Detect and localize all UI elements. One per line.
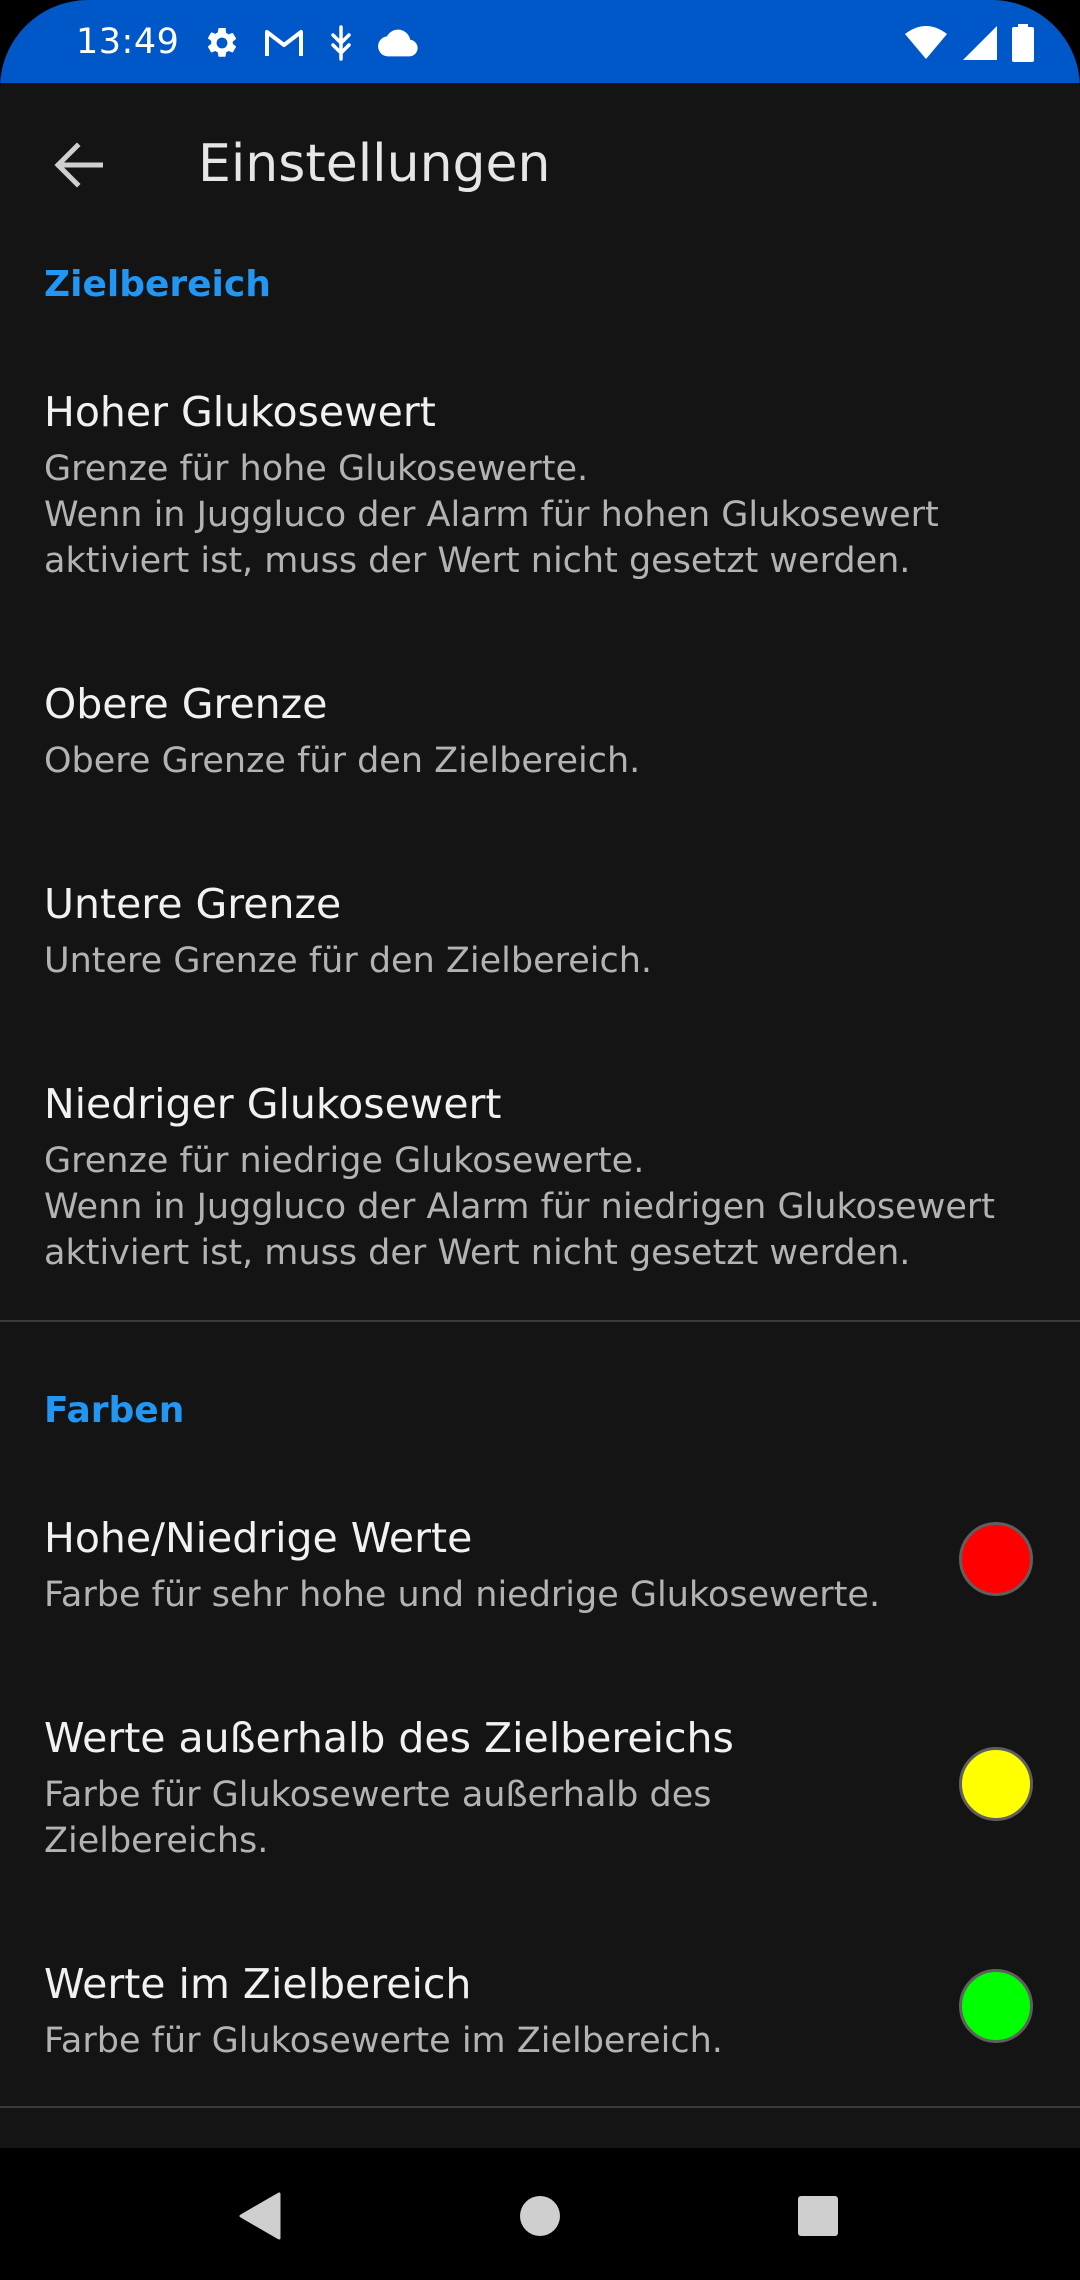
wifi-icon [905, 26, 947, 59]
pref-title: Hohe/Niedrige Werte [44, 1514, 473, 1562]
arrow-back-icon [54, 142, 103, 188]
screen-corner-left [0, 2190, 90, 2280]
section-header-colors: Farben [44, 1390, 185, 1431]
pref-summary: Grenze für hohe Glukosewerte. Wenn in Ju… [44, 449, 939, 581]
nav-back-button[interactable] [209, 2166, 309, 2266]
back-button[interactable] [36, 123, 120, 207]
pref-in-range-color[interactable]: Werte im Zielbereich Farbe für Glukosewe… [0, 1956, 1080, 2096]
pref-title: Werte im Zielbereich [44, 1960, 472, 2008]
pref-title: Werte außerhalb des Zielbereichs [44, 1714, 734, 1762]
pref-summary: Obere Grenze für den Zielbereich. [44, 741, 641, 781]
status-bar: 13:49 [0, 0, 1080, 83]
nav-home-button[interactable] [490, 2166, 590, 2266]
section-divider [0, 2106, 1080, 2108]
nav-recents-icon [798, 2196, 838, 2236]
pref-title: Untere Grenze [44, 880, 342, 928]
toolbar: Einstellungen [0, 83, 1080, 239]
gear-icon [207, 27, 237, 57]
navigation-bar [0, 2148, 1080, 2280]
pref-lower-limit[interactable]: Untere Grenze Untere Grenze für den Ziel… [0, 876, 1080, 996]
pref-high-low-color[interactable]: Hohe/Niedrige Werte Farbe für sehr hohe … [0, 1510, 1080, 1650]
color-swatch-red[interactable] [959, 1522, 1033, 1596]
color-swatch-yellow[interactable] [959, 1747, 1033, 1821]
pref-summary: Grenze für niedrige Glukosewerte. Wenn i… [44, 1141, 995, 1273]
nav-back-icon [239, 2192, 281, 2240]
screen-corner-right [990, 2190, 1080, 2280]
settings-screen: 13:49 Einstellungen Zielbereich Hoher Gl… [0, 0, 1080, 2280]
section-header-target-range: Zielbereich [44, 264, 271, 305]
system-icons [904, 22, 1034, 64]
pref-summary: Farbe für sehr hohe und niedrige Glukose… [44, 1575, 881, 1615]
battery-icon [1012, 24, 1034, 62]
section-divider [0, 1320, 1080, 1322]
usb-debug-icon [331, 25, 351, 61]
pref-summary: Farbe für Glukosewerte außerhalb des Zie… [44, 1775, 712, 1861]
nav-home-icon [520, 2196, 560, 2236]
pref-out-of-range-color[interactable]: Werte außerhalb des Zielbereichs Farbe f… [0, 1710, 1080, 1890]
page-title: Einstellungen [198, 134, 551, 194]
color-swatch-green[interactable] [959, 1969, 1033, 2043]
pref-upper-limit[interactable]: Obere Grenze Obere Grenze für den Zielbe… [0, 676, 1080, 796]
pref-title: Hoher Glukosewert [44, 388, 436, 436]
pref-title: Obere Grenze [44, 680, 328, 728]
pref-low-glucose[interactable]: Niedriger Glukosewert Grenze für niedrig… [0, 1076, 1080, 1286]
status-time: 13:49 [76, 22, 180, 62]
cell-signal-icon [963, 26, 997, 60]
nav-recents-button[interactable] [768, 2166, 868, 2266]
pref-title: Niedriger Glukosewert [44, 1080, 502, 1128]
pref-summary: Untere Grenze für den Zielbereich. [44, 941, 653, 981]
gmail-icon [265, 30, 303, 56]
pref-summary: Farbe für Glukosewerte im Zielbereich. [44, 2021, 723, 2061]
cloud-icon [378, 29, 418, 57]
pref-high-glucose[interactable]: Hoher Glukosewert Grenze für hohe Glukos… [0, 384, 1080, 594]
notification-icons [204, 22, 418, 64]
